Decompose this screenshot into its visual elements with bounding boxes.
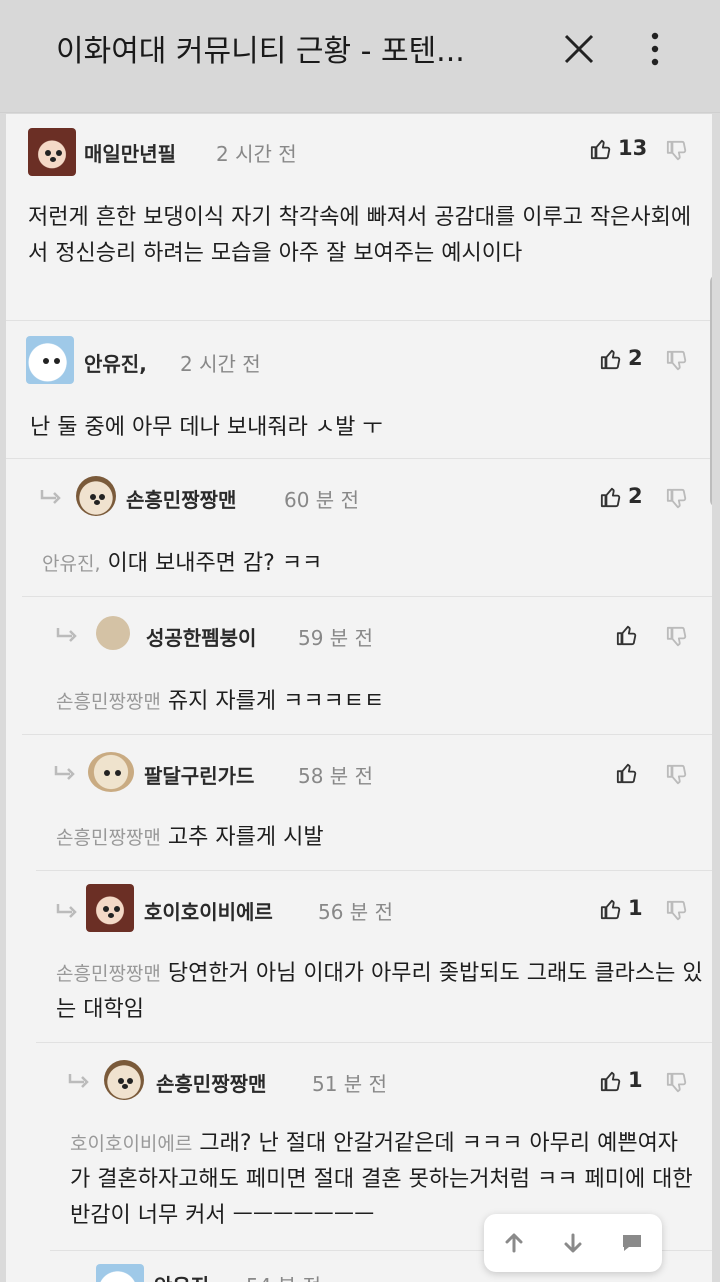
floating-nav — [484, 1214, 662, 1272]
comment-time: 58 분 전 — [298, 764, 373, 788]
user-avatar[interactable] — [104, 1060, 144, 1100]
comment-time: 60 분 전 — [284, 488, 359, 512]
like-count: 1 — [628, 896, 643, 920]
comment-author[interactable]: 손흥민짱짱맨 — [126, 484, 236, 513]
comment-text: 안유진, 이대 보내주면 감? ㅋㅋ — [42, 546, 692, 582]
reply-arrow-icon — [54, 766, 75, 780]
thumbs-down-icon[interactable] — [666, 140, 688, 162]
comment-text: 손흥민짱짱맨 고추 자를게 시발 — [56, 820, 696, 856]
reply-text: 쥬지 자를게 ㅋㅋㅋㅌㅌ — [167, 689, 385, 714]
user-avatar[interactable] — [76, 476, 116, 516]
reply-arrow-icon — [56, 904, 77, 918]
reply-arrow-icon — [40, 490, 61, 504]
comment-time: 56 분 전 — [318, 900, 393, 924]
user-avatar[interactable] — [86, 884, 134, 932]
thumbs-up-icon[interactable] — [600, 898, 622, 920]
user-avatar[interactable] — [96, 616, 130, 650]
comment-author[interactable]: 팔달구린가드 — [144, 760, 254, 789]
comment-author[interactable]: 안유진, — [154, 1270, 217, 1282]
mention-tag[interactable]: 안유진, — [42, 553, 100, 575]
like-count: 1 — [628, 1068, 643, 1092]
user-avatar[interactable] — [28, 128, 76, 176]
thumbs-up-icon[interactable] — [590, 138, 612, 160]
comment-time: 2 시간 전 — [180, 352, 261, 376]
like-count: 2 — [628, 484, 643, 508]
close-icon[interactable] — [562, 32, 596, 66]
comment-time: 54 분 전 — [246, 1270, 321, 1282]
comment-bubble-icon[interactable] — [620, 1231, 644, 1255]
thumbs-down-icon[interactable] — [666, 900, 688, 922]
reply-item: 호이호이비에르 56 분 전 1 손흥민짱짱맨 당연한거 아님 이대가 아무리 … — [36, 872, 712, 1043]
comment-author[interactable]: 안유진, — [84, 348, 147, 377]
mention-tag[interactable]: 손흥민짱짱맨 — [56, 963, 161, 985]
reply-arrow-icon — [68, 1074, 89, 1088]
thumbs-down-icon[interactable] — [666, 764, 688, 786]
comment-item: 매일만년필 2 시간 전 13 저런게 흔한 보댕이식 자기 착각속에 빠져서 … — [6, 114, 712, 321]
comment-text: 저런게 흔한 보댕이식 자기 착각속에 빠져서 공감대를 이루고 작은사회에서 … — [28, 205, 692, 266]
thumbs-up-icon[interactable] — [600, 348, 622, 370]
comment-item: 안유진, 2 시간 전 2 난 둘 중에 아무 데나 보내줘라 ㅅ발 ㅜ — [6, 322, 712, 459]
thumbs-down-icon[interactable] — [666, 350, 688, 372]
comment-text: 손흥민짱짱맨 쥬지 자를게 ㅋㅋㅋㅌㅌ — [56, 684, 696, 720]
comment-time: 2 시간 전 — [216, 142, 297, 166]
more-vertical-icon[interactable] — [645, 30, 665, 70]
comment-author[interactable]: 손흥민짱짱맨 — [156, 1068, 266, 1097]
comment-author[interactable]: 매일만년필 — [84, 138, 176, 167]
app-header: 이화여대 커뮤니티 근황 - 포텐... — [0, 0, 720, 113]
mention-tag[interactable]: 손흥민짱짱맨 — [56, 827, 161, 849]
thumbs-up-icon[interactable] — [600, 1070, 622, 1092]
arrow-down-icon[interactable] — [561, 1231, 585, 1255]
user-avatar[interactable] — [88, 752, 134, 792]
thumbs-down-icon[interactable] — [666, 488, 688, 510]
comment-time: 59 분 전 — [298, 626, 373, 650]
comment-text: 손흥민짱짱맨 당연한거 아님 이대가 아무리 좆밥되도 그래도 클라스는 있는 … — [56, 956, 706, 1028]
arrow-up-icon[interactable] — [502, 1231, 526, 1255]
like-count: 2 — [628, 346, 643, 370]
reply-text: 이대 보내주면 감? ㅋㅋ — [107, 551, 323, 576]
mention-tag[interactable]: 호이호이비에르 — [70, 1133, 192, 1155]
thumbs-down-icon[interactable] — [666, 626, 688, 648]
reply-item: 성공한펨붕이 59 분 전 손흥민짱짱맨 쥬지 자를게 ㅋㅋㅋㅌㅌ — [22, 598, 712, 735]
comment-author[interactable]: 성공한펨붕이 — [146, 622, 256, 651]
reply-text: 고추 자를게 시발 — [167, 825, 324, 850]
thumbs-up-icon[interactable] — [616, 624, 638, 646]
comment-author[interactable]: 호이호이비에르 — [144, 896, 273, 925]
thumbs-down-icon[interactable] — [666, 1072, 688, 1094]
comment-time: 51 분 전 — [312, 1072, 387, 1096]
reply-arrow-icon — [56, 628, 77, 642]
mention-tag[interactable]: 손흥민짱짱맨 — [56, 691, 161, 713]
thumbs-up-icon[interactable] — [600, 486, 622, 508]
page-title: 이화여대 커뮤니티 근황 - 포텐... — [56, 34, 465, 69]
thumbs-up-icon[interactable] — [616, 762, 638, 784]
reply-item: 손흥민짱짱맨 60 분 전 2 안유진, 이대 보내주면 감? ㅋㅋ — [22, 460, 712, 597]
user-avatar[interactable] — [96, 1264, 144, 1282]
comment-text: 난 둘 중에 아무 데나 보내줘라 ㅅ발 ㅜ — [30, 415, 383, 440]
reply-item: 팔달구린가드 58 분 전 손흥민짱짱맨 고추 자를게 시발 — [36, 736, 712, 871]
scrollbar[interactable] — [710, 274, 712, 508]
comment-list: 매일만년필 2 시간 전 13 저런게 흔한 보댕이식 자기 착각속에 빠져서 … — [6, 114, 712, 1282]
like-count: 13 — [618, 136, 648, 160]
user-avatar[interactable] — [26, 336, 74, 384]
